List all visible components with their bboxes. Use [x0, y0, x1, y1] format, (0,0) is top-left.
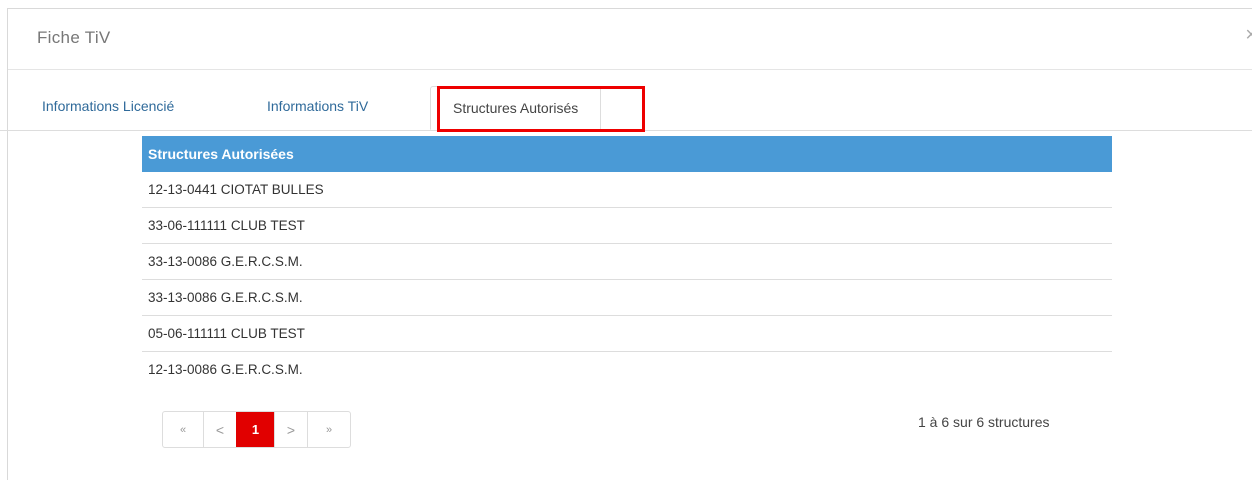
table-row: 33-13-0086 G.E.R.C.S.M.	[142, 280, 1112, 316]
first-page-button[interactable]: «	[163, 412, 203, 447]
close-icon[interactable]: ×	[1245, 25, 1252, 45]
structures-table: Structures Autorisées 12-13-0441 CIOTAT …	[142, 136, 1112, 387]
table-row: 33-06-111111 CLUB TEST	[142, 208, 1112, 244]
page-1-button[interactable]: 1	[236, 412, 274, 447]
tab-bar: Informations Licencié Informations TiV S…	[0, 86, 1252, 131]
modal-header: Fiche TiV ×	[8, 9, 1252, 70]
results-summary: 1 à 6 sur 6 structures	[918, 414, 1050, 430]
pagination: « < 1 > »	[162, 411, 351, 448]
table-row: 12-13-0086 G.E.R.C.S.M.	[148, 362, 303, 377]
table-header: Structures Autorisées	[142, 136, 1112, 172]
last-page-button[interactable]: »	[307, 412, 350, 447]
next-page-button[interactable]: >	[274, 412, 307, 447]
prev-page-button[interactable]: <	[203, 412, 236, 447]
tab-structures-autorises[interactable]: Structures Autorisés	[430, 86, 602, 130]
table-row: 05-06-111111 CLUB TEST	[142, 316, 1112, 352]
modal-title: Fiche TiV	[37, 28, 111, 47]
tab-informations-tiv[interactable]: Informations TiV	[267, 84, 368, 128]
table-row: 12-13-0441 CIOTAT BULLES	[142, 172, 1112, 208]
table-row: 33-13-0086 G.E.R.C.S.M.	[142, 244, 1112, 280]
tab-informations-licencie[interactable]: Informations Licencié	[42, 84, 174, 128]
